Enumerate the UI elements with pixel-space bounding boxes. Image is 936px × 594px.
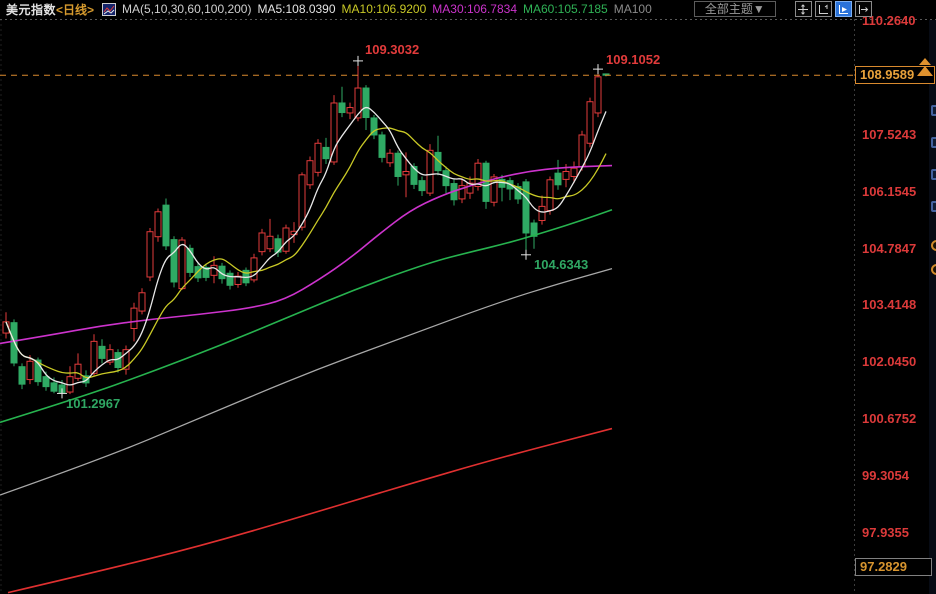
ma5-value: MA5:108.0390 bbox=[257, 2, 336, 16]
toolbar-buttons bbox=[792, 1, 872, 17]
axis-label: 103.4148 bbox=[862, 297, 917, 313]
axis-scale-icon[interactable] bbox=[814, 1, 832, 17]
move-crosshair-icon[interactable] bbox=[794, 1, 812, 17]
detach-icon[interactable] bbox=[854, 1, 872, 17]
ma100-value: MA100 bbox=[613, 2, 652, 16]
ma-line-MA60 bbox=[0, 209, 613, 424]
ma-line-MA10 bbox=[5, 127, 607, 379]
annotation-high-109-3032: 109.3032 bbox=[365, 41, 420, 57]
chart-header: 美元指数 <日线> MA(5,10,30,60,100,200) MA5:108… bbox=[0, 0, 936, 18]
axis-label: 99.3054 bbox=[862, 468, 909, 484]
candles bbox=[2, 60, 610, 395]
auto-follow-icon[interactable] bbox=[834, 1, 852, 17]
axis-label: 107.5243 bbox=[862, 126, 917, 142]
axis-label: 106.1545 bbox=[862, 183, 917, 199]
ma30-value: MA30:106.7834 bbox=[432, 2, 517, 16]
axis-label: 104.7847 bbox=[862, 240, 917, 256]
axis-label: 102.0450 bbox=[862, 354, 917, 370]
trading-app-window: 美元指数 <日线> MA(5,10,30,60,100,200) MA5:108… bbox=[0, 0, 936, 594]
theme-selector-dropdown[interactable]: 全部主题▼ bbox=[693, 1, 776, 17]
annotation-high-109-1052: 109.1052 bbox=[606, 52, 661, 68]
cropped-tool-icon[interactable] bbox=[931, 201, 936, 212]
chart-canvas[interactable] bbox=[0, 0, 936, 594]
axis-label: 100.6752 bbox=[862, 411, 917, 427]
period-label: <日线> bbox=[56, 2, 95, 17]
mini-chart-icon bbox=[102, 2, 117, 16]
annotation-low-101-2967: 101.2967 bbox=[66, 396, 121, 412]
cropped-tool-icon[interactable] bbox=[931, 105, 936, 116]
ma-line-MA100 bbox=[0, 268, 613, 496]
bottom-price-box: 97.2829 bbox=[855, 558, 932, 576]
right-edge-toolbar[interactable] bbox=[929, 20, 936, 594]
cropped-tool-icon[interactable] bbox=[931, 264, 936, 275]
annotation-low-104-6343: 104.6343 bbox=[534, 256, 589, 272]
cropped-tool-icon[interactable] bbox=[931, 137, 936, 148]
symbol-name: 美元指数 bbox=[6, 2, 57, 17]
ma-params-label: MA(5,10,30,60,100,200) bbox=[122, 2, 252, 16]
ma10-value: MA10:106.9200 bbox=[341, 2, 427, 16]
ma-line-MA200 bbox=[7, 427, 613, 594]
price-marker-arrows-icon[interactable] bbox=[915, 55, 935, 79]
cropped-tool-icon[interactable] bbox=[931, 169, 936, 180]
ma60-value: MA60:105.7185 bbox=[523, 2, 608, 16]
axis-label: 97.9355 bbox=[862, 525, 909, 540]
cropped-tool-icon[interactable] bbox=[931, 240, 936, 251]
